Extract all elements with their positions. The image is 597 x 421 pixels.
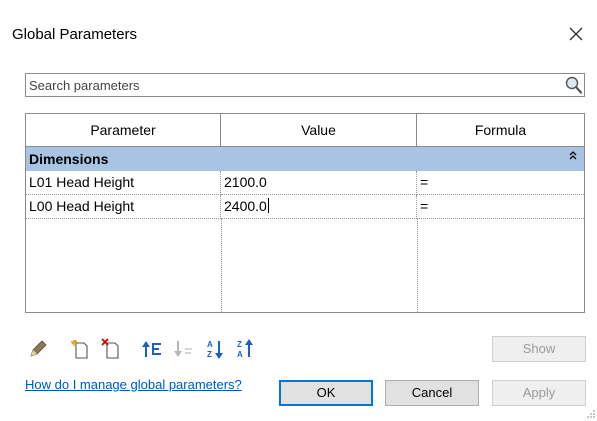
group-row-dimensions[interactable]: Dimensions	[26, 147, 584, 171]
sort-descending-icon[interactable]: Z A	[236, 338, 258, 360]
search-box	[25, 73, 585, 97]
search-icon[interactable]	[564, 74, 584, 96]
column-header-parameter[interactable]: Parameter	[26, 114, 221, 147]
parameter-name-cell[interactable]: L01 Head Height	[26, 171, 221, 195]
table-row[interactable]: L00 Head Height 2400.0 =	[26, 195, 584, 219]
move-down-icon[interactable]	[172, 338, 194, 360]
edit-pencil-icon[interactable]	[27, 338, 49, 360]
sort-ascending-icon[interactable]: A Z	[206, 338, 228, 360]
apply-button[interactable]: Apply	[492, 380, 586, 406]
svg-text:A: A	[237, 350, 243, 359]
formula-cell[interactable]: =	[417, 195, 584, 219]
move-up-icon[interactable]	[141, 338, 163, 360]
new-parameter-icon[interactable]	[70, 338, 92, 360]
group-label: Dimensions	[29, 151, 109, 167]
close-icon[interactable]	[566, 24, 586, 44]
parameters-grid: Parameter Value Formula Dimensions L01 H…	[25, 113, 585, 313]
ok-button[interactable]: OK	[279, 380, 373, 406]
search-input[interactable]	[29, 76, 549, 94]
empty-column-divider	[26, 219, 222, 312]
column-header-formula[interactable]: Formula	[417, 114, 584, 147]
value-text: 2400.0	[224, 198, 267, 214]
help-link[interactable]: How do I manage global parameters?	[25, 377, 242, 392]
empty-column-divider	[221, 219, 418, 312]
svg-text:Z: Z	[207, 350, 212, 359]
value-cell[interactable]: 2400.0	[221, 195, 417, 219]
table-row[interactable]: L01 Head Height 2100.0 =	[26, 171, 584, 195]
show-button[interactable]: Show	[492, 336, 586, 362]
column-header-value[interactable]: Value	[221, 114, 417, 147]
dialog-title: Global Parameters	[12, 26, 138, 43]
parameter-name-cell[interactable]: L00 Head Height	[26, 195, 221, 219]
cancel-button[interactable]: Cancel	[385, 380, 479, 406]
collapse-chevron-icon[interactable]	[568, 150, 578, 162]
text-cursor	[267, 198, 269, 213]
value-cell[interactable]: 2100.0	[221, 171, 417, 195]
svg-text:A: A	[207, 340, 213, 349]
resize-grip-icon[interactable]	[586, 409, 596, 419]
delete-parameter-icon[interactable]	[101, 338, 123, 360]
formula-cell[interactable]: =	[417, 171, 584, 195]
svg-text:Z: Z	[237, 340, 242, 349]
